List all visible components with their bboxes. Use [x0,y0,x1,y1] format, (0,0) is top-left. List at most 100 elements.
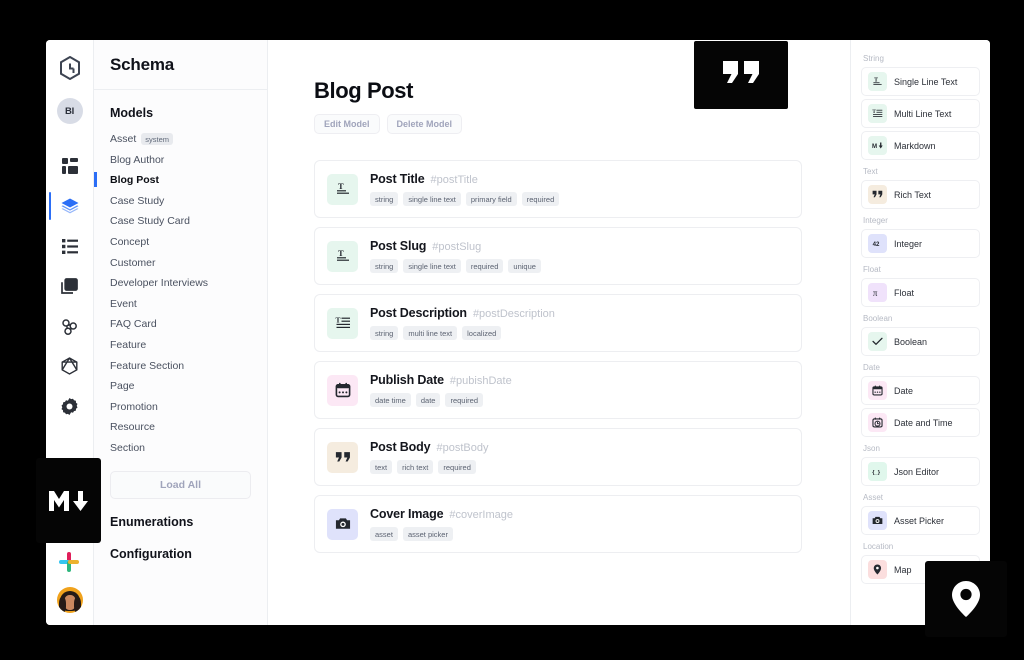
model-list-item[interactable]: Feature Section [110,356,251,377]
field-chip-group: string single line text primary field requi… [370,192,789,206]
field-type-label: Integer [894,238,923,249]
model-list-item[interactable]: Customer [110,253,251,274]
field-meta: Cover Image #coverImage asset asset picker [370,507,789,541]
quote-icon [868,185,887,204]
svg-text:T: T [338,248,344,258]
model-label: Resource [110,421,155,434]
field-display-name: Cover Image [370,507,444,521]
slack-icon[interactable] [58,551,82,575]
multi-line-text-icon: T [872,109,883,117]
calendar-icon [872,385,883,396]
calendar-icon [327,374,358,406]
field-type-label: Date and Time [894,417,953,428]
model-label: Developer Interviews [110,277,209,290]
model-list-item[interactable]: Blog Post [94,170,251,191]
field-chip: asset [370,527,398,541]
type-group-label: Date [863,363,880,372]
field-api-id: #pubishDate [449,375,512,387]
field-type-option[interactable]: Rich Text [861,180,980,209]
model-list-item[interactable]: Case Study [110,191,251,212]
model-list-item[interactable]: Blog Author [110,150,251,171]
schema-sidebar: Schema Models Asset system Blog Author Blog… [94,40,268,625]
model-label: Event [110,297,137,310]
field-card[interactable]: Publish Date #pubishDate date time date requ… [314,361,802,419]
field-type-label: Single Line Text [894,76,958,87]
field-card[interactable]: Cover Image #coverImage asset asset picker [314,495,802,553]
quote-icon [327,441,358,473]
model-list-item[interactable]: Developer Interviews [110,273,251,294]
sidebar-item-schema[interactable] [48,186,90,226]
field-chip: single line text [403,192,461,206]
graphcms-logo-icon[interactable] [56,54,84,82]
field-chip: required [465,259,504,273]
model-list-item[interactable]: Asset system [110,129,251,150]
sidebar-item-webhooks[interactable] [50,306,90,346]
field-display-name: Post Body [370,440,431,454]
schema-link-enumerations[interactable]: Enumerations [110,515,251,529]
camera-icon [872,516,883,524]
model-label: Feature Section [110,359,185,372]
model-label: Case Study [110,194,165,207]
model-list-item[interactable]: FAQ Card [110,314,251,335]
field-card[interactable]: T Post Title #postTitle string single line … [314,160,802,218]
map-pin-tile-overlay [925,561,1007,637]
calendar-icon [868,381,887,400]
main-content: Blog Post Edit Model Delete Model T Post… [268,40,850,625]
model-label: Promotion [110,400,158,413]
sidebar-item-dashboard[interactable] [50,146,90,186]
field-card[interactable]: T Post Description #postDescription string… [314,294,802,352]
field-chip: localized [462,326,502,340]
field-type-option[interactable]: T Single Line Text [861,67,980,96]
schema-sidebar-header: Schema [94,40,267,90]
type-group-label: Location [863,542,894,551]
sidebar-item-assets[interactable] [50,266,90,306]
field-type-option[interactable]: {_} Json Editor [861,457,980,486]
schema-sidebar-body: Models Asset system Blog Author Blog Post Ca… [94,90,267,625]
field-card[interactable]: T Post Slug #postSlug string single line te… [314,227,802,285]
model-list-item[interactable]: Concept [110,232,251,253]
field-card[interactable]: Post Body #postBody text rich text required [314,428,802,486]
markdown-icon: M [868,136,887,155]
model-list-item[interactable]: Event [110,294,251,315]
model-list-item[interactable]: Resource [110,417,251,438]
sidebar-item-api-playground[interactable] [50,346,90,386]
field-type-option[interactable]: Date and Time [861,408,980,437]
field-name-row: Post Title #postTitle [370,172,789,186]
field-type-option[interactable]: π Float [861,278,980,307]
field-display-name: Post Description [370,306,467,320]
user-avatar[interactable] [56,587,83,613]
field-display-name: Post Title [370,172,425,186]
field-name-row: Post Description #postDescription [370,306,789,320]
model-list-item[interactable]: Case Study Card [110,211,251,232]
system-badge: system [141,133,174,146]
single-line-text-icon: T [873,78,882,85]
field-type-option[interactable]: Asset Picker [861,506,980,535]
field-name-row: Publish Date #pubishDate [370,373,789,387]
schema-link-configuration[interactable]: Configuration [110,547,251,561]
field-list: T Post Title #postTitle string single line … [314,160,802,553]
field-type-option[interactable]: Boolean [861,327,980,356]
field-type-option[interactable]: 42 Integer [861,229,980,258]
model-list-item[interactable]: Feature [110,335,251,356]
model-list-item[interactable]: Page [110,376,251,397]
multi-line-text-icon: T [868,104,887,123]
type-group-label: Float [863,265,881,274]
field-type-label: Map [894,564,912,575]
multi-line-text-icon: T [335,316,350,328]
sidebar-item-content[interactable] [50,226,90,266]
model-list: Asset system Blog Author Blog Post Case Stud… [94,129,251,459]
edit-model-button[interactable]: Edit Model [314,114,380,134]
model-list-item[interactable]: Promotion [110,397,251,418]
load-all-button[interactable]: Load All [110,470,251,499]
model-list-item[interactable]: Section [110,438,251,459]
project-avatar[interactable]: BI [56,98,83,124]
single-line-text-icon: T [336,248,349,261]
sidebar-item-settings[interactable] [50,386,90,426]
field-chip: date [415,393,441,407]
delete-model-button[interactable]: Delete Model [386,114,463,134]
field-chip: string [370,259,399,273]
field-type-option[interactable]: M Markdown [861,131,980,160]
field-type-option[interactable]: Date [861,376,980,405]
quote-icon [723,61,759,83]
field-type-option[interactable]: T Multi Line Text [861,99,980,128]
